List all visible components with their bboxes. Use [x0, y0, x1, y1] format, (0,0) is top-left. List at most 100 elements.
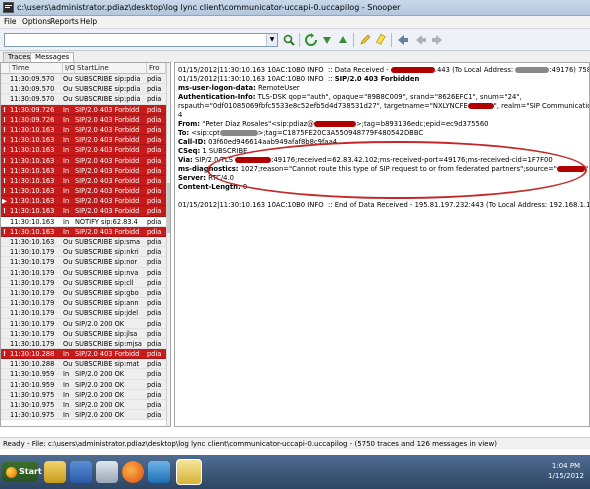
- row-marker: [1, 308, 8, 317]
- table-row[interactable]: 11:30:10.179OutSUBSCRIBE sip:nkripdia: [1, 247, 170, 258]
- detail-line-end: 01/15/2012|11:30:10.163 10AC:10B0 INFO :…: [178, 201, 590, 209]
- cell-time: 11:30:10.179: [10, 309, 55, 318]
- header-io[interactable]: I/O: [63, 63, 75, 74]
- table-row[interactable]: ! 11:30:10.163 In SIP/2.0 403 Forbidd pdia: [1, 135, 170, 146]
- table-row[interactable]: 11:30:10.959 In SIP/2.0 200 OK pdia: [1, 379, 170, 390]
- table-row[interactable]: 11:30:10.975 In SIP/2.0 200 OK pdia: [1, 400, 170, 411]
- table-row[interactable]: ! 11:30:10.163 In SIP/2.0 403 Forbidd pdia: [1, 206, 170, 217]
- menu-file[interactable]: File: [4, 17, 17, 26]
- menu-options[interactable]: Options: [22, 17, 51, 26]
- refresh-icon[interactable]: [304, 33, 318, 47]
- table-row[interactable]: 11:30:10.179OutSUBSCRIBE sip:jlsapdia: [1, 328, 170, 339]
- tool-icon[interactable]: [96, 461, 118, 483]
- lync-icon[interactable]: [148, 461, 170, 483]
- cell-time: 11:30:10.288: [10, 360, 55, 369]
- highlighter-icon[interactable]: [374, 33, 388, 47]
- snooper-icon[interactable]: [176, 459, 202, 485]
- table-row[interactable]: ! 11:30:10.163 In SIP/2.0 403 Forbidd pdia: [1, 226, 170, 237]
- table-row[interactable]: ▶ 11:30:10.163 In SIP/2.0 403 Forbidd pdia: [1, 196, 170, 207]
- table-row[interactable]: 11:30:10.179OutSUBSCRIBE sip:norpdia: [1, 257, 170, 268]
- table-row[interactable]: ! 11:30:10.288 In SIP/2.0 403 Forbidd pdia: [1, 349, 170, 360]
- cell-startline: SIP/2.0 200 OK: [75, 380, 125, 389]
- cell-time: 11:30:10.179: [10, 319, 55, 328]
- toolbar-separator: [353, 33, 354, 47]
- vertical-scrollbar[interactable]: [166, 63, 170, 426]
- cell-time: 11:30:10.288: [10, 350, 55, 359]
- cell-startline: SUBSCRIBE sip:ann: [75, 299, 139, 308]
- table-row[interactable]: 11:30:10.288OutSUBSCRIBE sip:matpdia: [1, 359, 170, 370]
- search-combo[interactable]: ▼: [4, 33, 278, 47]
- explorer-icon[interactable]: [44, 461, 66, 483]
- cell-time: 11:30:10.163: [10, 166, 55, 175]
- cell-io: In: [63, 380, 70, 389]
- pencil-icon[interactable]: [358, 33, 372, 47]
- table-row[interactable]: 11:30:10.179OutSUBSCRIBE sip:jdelpdia: [1, 308, 170, 319]
- table-row[interactable]: 11:30:10.975 In SIP/2.0 200 OK pdia: [1, 410, 170, 421]
- redacted-block: [219, 130, 258, 136]
- cell-time: 11:30:10.163: [10, 197, 55, 206]
- up-arrow-icon[interactable]: [336, 33, 350, 47]
- cell-time: 11:30:09.726: [10, 105, 55, 114]
- table-row[interactable]: 11:30:09.570OutSUBSCRIBE sip:pdiapdia: [1, 94, 170, 105]
- start-button[interactable]: Start: [2, 462, 42, 482]
- row-marker: !: [2, 207, 6, 216]
- table-row[interactable]: 11:30:09.570OutSUBSCRIBE sip:pdiapdia: [1, 74, 170, 85]
- back-icon[interactable]: [396, 33, 410, 47]
- cell-time: 11:30:10.975: [10, 411, 55, 420]
- message-list[interactable]: Time I/O StartLine Fro 11:30:09.570OutSU…: [0, 62, 171, 427]
- table-row[interactable]: 11:30:10.163OutSUBSCRIBE sip:smapdia: [1, 237, 170, 248]
- table-row[interactable]: ! 11:30:10.163 In SIP/2.0 403 Forbidd pdia: [1, 145, 170, 156]
- detail-line-status: 01/15/2012|11:30:10.163 10AC:10B0 INFO :…: [178, 75, 420, 83]
- table-row[interactable]: ! 11:30:09.726 In SIP/2.0 403 Forbidd pdia: [1, 114, 170, 125]
- tab-messages[interactable]: Messages: [30, 52, 75, 62]
- table-row[interactable]: 11:30:10.179OutSUBSCRIBE sip:gbopdia: [1, 287, 170, 299]
- table-row[interactable]: 11:30:10.179OutSUBSCRIBE sip:mjsapdia: [1, 338, 170, 350]
- cell-time: 11:30:10.959: [10, 380, 55, 389]
- message-detail-pane[interactable]: 01/15/2012|11:30:10.163 10AC:10B0 INFO :…: [174, 62, 590, 427]
- cell-startline: SIP/2.0 403 Forbidd: [75, 156, 140, 165]
- cell-time: 11:30:10.975: [10, 390, 55, 399]
- table-row[interactable]: 11:30:10.975 In SIP/2.0 200 OK pdia: [1, 389, 170, 400]
- header-from[interactable]: Fro: [147, 63, 166, 74]
- powershell-icon[interactable]: [70, 461, 92, 483]
- detail-line-to: To: <sip:cpt >;tag=C1875FE20C3A550948779F…: [178, 129, 424, 137]
- header-startline[interactable]: StartLine: [75, 63, 147, 74]
- search-icon[interactable]: [282, 33, 296, 47]
- tray-clock[interactable]: 1:04 PM 1/15/2012: [544, 461, 588, 481]
- table-row[interactable]: 11:30:10.179OutSUBSCRIBE sip:cllpdia: [1, 277, 170, 288]
- table-row[interactable]: ! 11:30:09.726 In SIP/2.0 403 Forbidd pdia: [1, 104, 170, 115]
- scrollbar-thumb[interactable]: [167, 183, 170, 233]
- chevron-down-icon[interactable]: ▼: [266, 34, 277, 46]
- back-gray-icon[interactable]: [414, 33, 428, 47]
- firefox-icon[interactable]: [122, 461, 144, 483]
- table-row[interactable]: ! 11:30:10.163 In SIP/2.0 403 Forbidd pdia: [1, 186, 170, 197]
- row-marker: !: [2, 227, 6, 236]
- table-row[interactable]: ! 11:30:10.163 In SIP/2.0 403 Forbidd pdia: [1, 155, 170, 166]
- table-row[interactable]: 11:30:10.959 In SIP/2.0 200 OK pdia: [1, 369, 170, 380]
- cell-startline: SIP/2.0 403 Forbidd: [75, 227, 140, 236]
- forward-gray-icon[interactable]: [430, 33, 444, 47]
- table-row[interactable]: 11:30:10.163 In NOTIFY sip:62.83.4 pdia: [1, 217, 170, 227]
- table-row[interactable]: ! 11:30:10.163 In SIP/2.0 403 Forbidd pdia: [1, 175, 170, 187]
- status-bar: Ready - File: c:\users\administrator.pdi…: [0, 437, 590, 449]
- cell-startline: SIP/2.0 403 Forbidd: [75, 350, 140, 359]
- cell-io: Out: [63, 329, 73, 338]
- table-row[interactable]: ! 11:30:10.163 In SIP/2.0 403 Forbidd pdia: [1, 165, 170, 176]
- cell-time: 11:30:10.163: [10, 187, 55, 196]
- cell-io: In: [63, 166, 70, 175]
- menu-reports[interactable]: Reports: [50, 17, 79, 26]
- table-row[interactable]: 11:30:10.179OutSUBSCRIBE sip:annpdia: [1, 298, 170, 309]
- cell-time: 11:30:10.179: [10, 299, 55, 308]
- tab-strip: Traces Messages: [0, 51, 590, 62]
- toolbar: ▼: [0, 29, 590, 51]
- down-arrow-icon[interactable]: [320, 33, 334, 47]
- cell-startline: NOTIFY sip:62.83.4: [75, 217, 138, 226]
- header-time[interactable]: Time: [10, 63, 63, 74]
- table-row[interactable]: 11:30:10.179OutSUBSCRIBE sip:nvapdia: [1, 267, 170, 278]
- table-row[interactable]: ! 11:30:10.163 In SIP/2.0 403 Forbidd pdia: [1, 124, 170, 136]
- table-row[interactable]: 11:30:09.570OutSUBSCRIBE sip:pdiapdia: [1, 84, 170, 95]
- table-row[interactable]: 11:30:10.179OutSIP/2.0 200 OKpdia: [1, 318, 170, 329]
- menu-help[interactable]: Help: [80, 17, 97, 26]
- redacted-block: [515, 67, 550, 73]
- cell-startline: SUBSCRIBE sip:pdia: [75, 85, 141, 94]
